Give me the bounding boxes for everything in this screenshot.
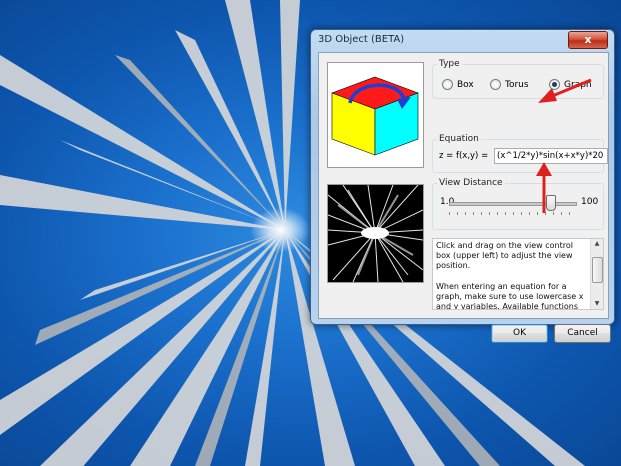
close-button[interactable]: x <box>568 31 608 49</box>
radio-label-torus: Torus <box>505 79 529 90</box>
help-text: Click and drag on the view control box (… <box>436 241 586 310</box>
slider-ticks <box>449 212 577 215</box>
type-radio-box[interactable]: Box <box>442 79 474 90</box>
radio-indicator <box>442 79 453 90</box>
equation-input[interactable]: (x^1/2*y)*sin(x+x*y)*20 <box>494 148 608 164</box>
view-distance-slider-track[interactable] <box>449 202 577 206</box>
close-icon: x <box>584 33 592 46</box>
title-bar[interactable]: 3D Object (BETA) x <box>311 30 614 50</box>
dialog-client-area: Type Box Torus Graph Equation z = f(x,y)… <box>318 52 611 343</box>
scroll-up-icon[interactable]: ▲ <box>591 239 603 249</box>
radio-indicator <box>490 79 501 90</box>
view-distance-slider-thumb[interactable] <box>545 195 556 211</box>
ok-button[interactable]: OK <box>491 324 548 343</box>
help-text-box[interactable]: Click and drag on the view control box (… <box>432 238 604 310</box>
view-distance-group <box>432 183 604 230</box>
help-paragraph: When entering an equation for a graph, m… <box>436 282 584 310</box>
dialog-title: 3D Object (BETA) <box>318 34 405 45</box>
radio-indicator-selected <box>549 79 560 90</box>
type-radio-graph[interactable]: Graph <box>549 79 592 90</box>
equation-prefix: z = f(x,y) = <box>439 151 489 161</box>
scroll-thumb[interactable] <box>592 257 603 283</box>
3d-object-dialog: 3D Object (BETA) x Type Box Torus Graph … <box>310 29 615 343</box>
view-control-box[interactable] <box>327 62 424 168</box>
radio-label-graph: Graph <box>564 79 592 90</box>
type-group-label: Type <box>437 59 462 69</box>
equation-group-label: Equation <box>437 134 481 144</box>
help-scrollbar[interactable]: ▲ ▼ <box>590 239 603 309</box>
help-paragraph: Click and drag on the view control box (… <box>436 241 573 270</box>
cancel-button[interactable]: Cancel <box>554 324 611 343</box>
type-radio-torus[interactable]: Torus <box>490 79 529 90</box>
slider-max-label: 100 <box>581 197 599 207</box>
graph-preview <box>327 184 424 283</box>
radio-label-box: Box <box>457 79 474 90</box>
view-distance-label: View Distance <box>437 178 505 188</box>
scroll-down-icon[interactable]: ▼ <box>591 299 603 309</box>
